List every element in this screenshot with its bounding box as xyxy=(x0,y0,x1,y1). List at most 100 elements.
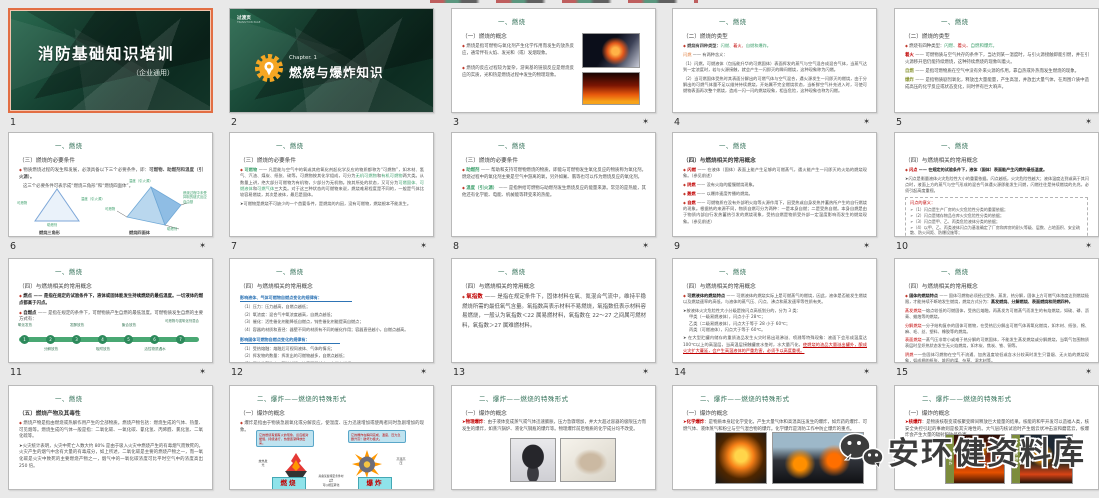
paragraph: 燃烧的反应过程较为复杂，游离基的链锁反应是燃烧反应的实质，光和热是燃烧过程中发生… xyxy=(462,65,574,79)
animation-star-icon[interactable] xyxy=(420,368,427,376)
animation-star-icon[interactable] xyxy=(199,368,206,376)
slide-number: 15 xyxy=(896,367,908,378)
slide-13-thumbnail[interactable]: 一、燃烧 （四）与燃烧相关的常用概念 氧指数 —— 是指在规定条件下，固体材料在… xyxy=(451,258,656,363)
slide-heading: （一）爆炸的概念 xyxy=(462,409,655,417)
slide-number: 5 xyxy=(896,117,902,128)
slide-cell-12: 一、燃烧 （四）与燃烧相关的常用概念 影响液体、气体可燃物自燃点变化的规律有： … xyxy=(229,258,434,380)
slide-4-thumbnail[interactable]: 一、燃烧 （二）燃烧的类型 燃烧有四种类型：闪燃、着火、自燃和爆炸。 闪燃 ——… xyxy=(672,8,877,113)
animation-star-icon[interactable] xyxy=(642,368,649,376)
transform-arrows: 具备某些特定条件时 ⇄ 可以相互转化 xyxy=(306,475,356,487)
definition: 氧指数 —— 是指在规定条件下，固体材料在氧、氮混合气流中，维持平稳燃烧所需的最… xyxy=(462,293,646,332)
classification-line: 丙类（可燃液体），闪点大于等于 60℃。 xyxy=(689,327,867,333)
timeline-node: 5 xyxy=(124,335,133,344)
slide-heading: （四）与燃烧相关的常用概念 xyxy=(683,282,876,290)
paragraph: 闪燃 —— 有两种含义： xyxy=(683,52,867,58)
arrow-caption-bottom: 可以相互转化 xyxy=(306,484,356,488)
paragraph: 着火 —— 可燃物质与空气共存的条件下，当达到某一温度时，与引火源接触即能引燃，… xyxy=(905,53,1089,66)
burn-type: 蒸发燃烧—熔点较低的可燃固体，受热后熔融，再蒸发为可燃蒸气而发生的有焰燃烧，如硫… xyxy=(905,308,1089,320)
section-title: 一、燃烧 xyxy=(673,267,876,276)
section-title: 一、燃烧 xyxy=(452,17,655,26)
burning-vs-explosion-diagram: 它的燃烧有烟有火的现象，反应相对缓慢，持续进行，热量逐渐释放出来。 它的爆炸在瞬… xyxy=(256,430,408,489)
slide-15-thumbnail[interactable]: 一、燃烧 （四）与燃烧相关的常用概念 固体的燃烧特点 —— 固体可燃物必须经过受… xyxy=(894,258,1099,363)
slide-3-thumbnail[interactable]: 一、燃烧 （一）燃烧的概念 燃烧是指可燃物与氧化剂产生化学作用而发生的放热反应，… xyxy=(451,8,656,113)
animation-star-icon[interactable] xyxy=(1085,118,1092,126)
slide-18-thumbnail[interactable]: 二、爆炸——燃烧的特殊形式 （一）爆炸的概念 ➤物理爆炸：由于液体变成蒸气或气体… xyxy=(451,385,656,490)
slide-heading: （三）燃烧的必要条件 xyxy=(240,156,433,164)
paragraph: （2）当可燃固体受热时其表面分解出的可燃气体与空气混合，遇火源发生一闪即灭的燃烧… xyxy=(683,76,867,95)
slide-cell-8: 一、燃烧 （三）燃烧的必要条件 助燃剂 —— 帮助和支持可燃物燃烧的物质，即能与… xyxy=(451,132,656,254)
section-title: 一、燃烧 xyxy=(230,141,433,150)
slide-6-thumbnail[interactable]: 一、燃烧 （三）燃烧的必要条件 物质燃烧过程的发生和发展，必须具备以下三个必要条… xyxy=(8,132,213,237)
animation-star-icon[interactable] xyxy=(863,118,870,126)
animation-star-icon[interactable] xyxy=(642,242,649,250)
timeline-node: 2 xyxy=(46,335,55,344)
rule-item: （2）挥发物的数量：挥发出的可燃物越多，自燃点越低； xyxy=(242,353,424,359)
paragraph: （1）闪燃，可燃液体（包括能升华的可燃固体）表面挥发的蒸气与空气混合成混合气体，… xyxy=(683,61,867,74)
animation-star-icon[interactable] xyxy=(420,242,427,250)
slide-10-thumbnail[interactable]: 一、燃烧 （四）与燃烧相关的常用概念 闪点 —— 在规定的试验条件下，液体（固体… xyxy=(894,132,1099,237)
self-ignition-timeline-diagram: 1 2 3 4 5 6 7 氧化发热 发酵放热 聚合放热 可燃物与强氧化剂混合 … xyxy=(17,317,205,361)
slide-body: 燃烧是指可燃物与氧化剂产生化学作用而发生的放热反应，通常伴有火焰、发光和（或）发… xyxy=(462,43,574,79)
burning-box: 燃烧 xyxy=(272,477,306,490)
section-title: 一、燃烧 xyxy=(895,267,1098,276)
slide-number: 7 xyxy=(231,241,237,252)
tetra-caption: 燃烧四面体 xyxy=(129,230,150,236)
slide-number: 3 xyxy=(453,117,459,128)
slide-10-footer: 10 xyxy=(894,237,1099,254)
animation-star-icon[interactable] xyxy=(642,118,649,126)
bomb-illustration xyxy=(352,450,382,478)
slide-12-thumbnail[interactable]: 一、燃烧 （四）与燃烧相关的常用概念 影响液体、气体可燃物自燃点变化的规律有： … xyxy=(229,258,434,363)
paragraph: 助燃剂 —— 帮助和支持可燃物燃烧的物质，即能与可燃物发生氧化反应的物质称为氧化… xyxy=(462,167,646,181)
paragraph: 燃烧产物是指由燃烧或热解作用产生的全部物质。燃烧产物包括：燃烧生成的气体、热量、… xyxy=(19,420,203,441)
timeline-label: 吸附放热 xyxy=(81,347,125,352)
rule-item: （1）受热熔融：熔融后可视同液体、气体的情况； xyxy=(242,346,424,352)
animation-star-icon[interactable] xyxy=(199,242,206,250)
triangle-caption: 燃烧三角形 xyxy=(39,230,60,236)
triangle-label-oxidizer: 助燃剂 xyxy=(47,223,69,227)
chapter-label: Chapter. 1 xyxy=(289,55,317,61)
rule-item: （2）氧浓度：混合气中氧浓度越高，自燃点越低； xyxy=(242,312,424,318)
cover-subtitle: （企业通用） xyxy=(132,68,174,78)
animation-star-icon[interactable] xyxy=(863,368,870,376)
wechat-icon xyxy=(836,431,884,471)
slide-14-thumbnail[interactable]: 一、燃烧 （四）与燃烧相关的常用概念 可燃液体的燃烧特点 —— 可燃液体的燃烧实… xyxy=(672,258,877,363)
animation-star-icon[interactable] xyxy=(1085,368,1092,376)
slide-heading: （四）与燃烧相关的常用概念 xyxy=(905,282,1098,290)
slide-heading: （四）与燃烧相关的常用概念 xyxy=(905,156,1098,164)
slide-7-thumbnail[interactable]: 一、燃烧 （三）燃烧的必要条件 可燃物 —— 凡是能与空气中的氧或其他氧化剂起化… xyxy=(229,132,434,237)
slide-1-thumbnail[interactable]: 消防基础知识培训 （企业通用） xyxy=(8,8,213,113)
animation-star-icon[interactable] xyxy=(1085,242,1092,250)
slide-body: 可燃物 —— 凡是能与空气中的氧或其他氧化剂起化学反应的物质都称为“可燃物”，如… xyxy=(240,167,424,208)
timeline-label: 聚合放热 xyxy=(107,323,151,328)
box-item: ➢（4）以甲、乙、丙类液体闪点为基准确定了厂房和库房的耐火等级、层数、占地面积、… xyxy=(910,225,1083,237)
slide-cell-11: 一、燃烧 （四）与燃烧相关的常用概念 燃点 —— 是指在规定的试验条件下，液体或… xyxy=(8,258,213,380)
paragraph: 燃烧是指可燃物与氧化剂产生化学作用而发生的放热反应，通常伴有火焰、发光和（或）发… xyxy=(462,43,574,57)
definition: 轰燃 —— 以爆炸速度传播的燃烧。 xyxy=(683,191,867,197)
slide-11-thumbnail[interactable]: 一、燃烧 （四）与燃烧相关的常用概念 燃点 —— 是指在规定的试验条件下，液体或… xyxy=(8,258,213,363)
slide-number: 1 xyxy=(10,117,16,128)
fireball-explosion-photo xyxy=(715,432,767,484)
watermark-text: 安环健资料库 xyxy=(888,428,1086,473)
burn-type: 阴燃—一些固体可燃物在空气不流通、加热温度较低或含水分较高时发生只冒烟、无火焰的… xyxy=(905,352,1089,363)
slide-heading: （三）燃烧的必要条件 xyxy=(462,156,655,164)
paragraph: 燃烧有四种类型：闪燃、着火、自燃和爆炸。 xyxy=(905,43,1089,51)
slide-2-thumbnail[interactable]: 过渡页 TRANSITION PAGE Chapter. 1 燃烧与爆炸知识 xyxy=(229,8,434,113)
section-title: 一、燃烧 xyxy=(9,394,212,403)
slide-16-thumbnail[interactable]: 一、燃烧 （五）燃烧产物及其毒性 燃烧产物是指由燃烧或热解作用产生的全部物质。燃… xyxy=(8,385,213,490)
section-title: 一、燃烧 xyxy=(452,267,655,276)
triangle-label-heat: 温度（引火源） xyxy=(81,197,105,201)
rule-item: （1）压力：压力越高，自燃点越低； xyxy=(242,304,424,310)
cropped-page-title-fragment xyxy=(430,0,698,3)
animation-star-icon[interactable] xyxy=(863,242,870,250)
slide-8-thumbnail[interactable]: 一、燃烧 （三）燃烧的必要条件 助燃剂 —— 帮助和支持可燃物燃烧的物质，即能与… xyxy=(451,132,656,237)
slide-17-thumbnail[interactable]: 二、爆炸——燃烧的特殊形式 （一）爆炸的概念 爆炸是指由于物质急剧氧化或分解反应… xyxy=(229,385,434,490)
section-title: 二、爆炸——燃烧的特殊形式 xyxy=(673,394,876,403)
slide-1-footer: 1 xyxy=(8,113,213,130)
definition: 可燃液体的燃烧特点 —— 可燃液体的燃烧实际上是可燃蒸气的燃烧，因此，液体是否能… xyxy=(683,293,867,306)
slide-5-thumbnail[interactable]: 一、燃烧 （二）燃烧的类型 燃烧有四种类型：闪燃、着火、自燃和爆炸。 着火 ——… xyxy=(894,8,1099,113)
burning-callout: 它的燃烧有烟有火的现象，反应相对缓慢，持续进行，热量逐渐释放出来。 xyxy=(256,430,314,447)
fire-triangle-diagram: 可燃物 温度（引火源） 助燃剂 燃烧三角形 温度（引火源） 可燃物 助燃剂 燃烧… xyxy=(17,179,207,236)
slide-9-thumbnail[interactable]: 一、燃烧 （四）与燃烧相关的常用概念 闪燃 —— 在液体（固体）表面上能产生足够… xyxy=(672,132,877,237)
slide-number: 12 xyxy=(231,367,243,378)
slide-heading: （四）与燃烧相关的常用概念 xyxy=(683,156,876,164)
